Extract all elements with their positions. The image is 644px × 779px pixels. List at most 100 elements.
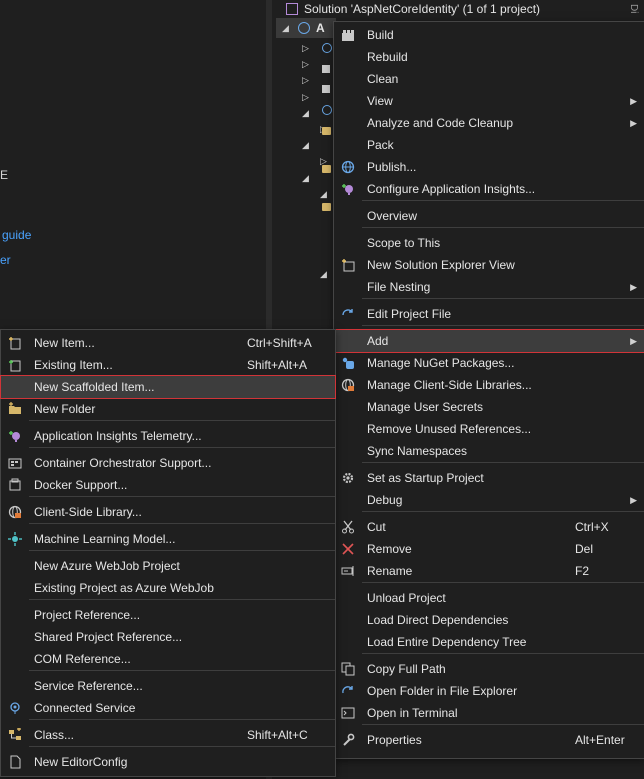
project-context-menu: Build Rebuild Clean View ▶ Analyze and Code C…	[333, 21, 644, 759]
menu-separator	[29, 496, 335, 497]
menu-item-label: File Nesting	[367, 280, 431, 294]
menu-item-label: Container Orchestrator Support...	[34, 456, 212, 470]
menu-item-existing-item[interactable]: Existing Item... Shift+Alt+A	[1, 354, 335, 376]
menu-item-file-nesting[interactable]: File Nesting ▶	[334, 276, 644, 298]
menu-item-label: New Item...	[34, 336, 95, 350]
menu-separator	[362, 227, 644, 228]
menu-item-container-orchestrator-support[interactable]: Container Orchestrator Support...	[1, 452, 335, 474]
wwwroot-icon	[322, 105, 332, 115]
menu-item-new-solution-explorer-view[interactable]: New Solution Explorer View	[334, 254, 644, 276]
connected-service-icon	[7, 700, 23, 716]
menu-item-label: Load Entire Dependency Tree	[367, 635, 527, 649]
docker-icon	[7, 477, 23, 493]
menu-item-existing-project-as-azure-webjob[interactable]: Existing Project as Azure WebJob	[1, 577, 335, 599]
menu-item-manage-user-secrets[interactable]: Manage User Secrets	[334, 396, 644, 418]
project-label: A	[316, 21, 325, 35]
menu-item-class[interactable]: Class... Shift+Alt+C	[1, 724, 335, 746]
menu-item-label: COM Reference...	[34, 652, 131, 666]
menu-item-shortcut: Ctrl+X	[575, 520, 609, 534]
menu-item-clean[interactable]: Clean	[334, 68, 644, 90]
menu-item-manage-nuget-packages[interactable]: Manage NuGet Packages...	[334, 352, 644, 374]
editor-link-fragment[interactable]: er	[0, 253, 11, 267]
menu-item-rename[interactable]: Rename F2	[334, 560, 644, 582]
menu-item-label: Copy Full Path	[367, 662, 446, 676]
solution-node[interactable]: Solution 'AspNetCoreIdentity' (1 of 1 pr…	[286, 0, 636, 18]
menu-item-new-editorconfig[interactable]: New EditorConfig	[1, 751, 335, 773]
menu-item-open-in-terminal[interactable]: Open in Terminal	[334, 702, 644, 724]
menu-item-new-scaffolded-item[interactable]: New Scaffolded Item...	[1, 376, 335, 398]
refresh-icon	[340, 683, 356, 699]
menu-item-load-entire-dependency-tree[interactable]: Load Entire Dependency Tree	[334, 631, 644, 653]
menu-item-label: Manage User Secrets	[367, 400, 484, 414]
menu-item-shared-project-reference[interactable]: Shared Project Reference...	[1, 626, 335, 648]
menu-item-properties[interactable]: Properties Alt+Enter	[334, 729, 644, 751]
menu-item-manage-client-side-libraries[interactable]: Manage Client-Side Libraries...	[334, 374, 644, 396]
menu-item-set-as-startup-project[interactable]: Set as Startup Project	[334, 467, 644, 489]
menu-item-label: Publish...	[367, 160, 417, 174]
menu-item-machine-learning-model[interactable]: Machine Learning Model...	[1, 528, 335, 550]
menu-item-overview[interactable]: Overview	[334, 205, 644, 227]
solution-icon	[286, 3, 298, 15]
menu-item-connected-service[interactable]: Connected Service	[1, 697, 335, 719]
menu-item-shortcut: Shift+Alt+C	[247, 728, 308, 742]
menu-item-rebuild[interactable]: Rebuild	[334, 46, 644, 68]
menu-item-edit-project-file[interactable]: Edit Project File	[334, 303, 644, 325]
build-icon	[340, 27, 356, 43]
menu-item-remove[interactable]: Remove Del	[334, 538, 644, 560]
menu-item-analyze-and-code-cleanup[interactable]: Analyze and Code Cleanup ▶	[334, 112, 644, 134]
menu-item-pack[interactable]: Pack	[334, 134, 644, 156]
menu-item-label: New EditorConfig	[34, 755, 128, 769]
menu-separator	[362, 298, 644, 299]
menu-item-client-side-library[interactable]: Client-Side Library...	[1, 501, 335, 523]
menu-separator	[362, 325, 644, 326]
menu-item-label: Cut	[367, 520, 386, 534]
menu-separator	[29, 719, 335, 720]
client-libs-icon	[7, 504, 23, 520]
menu-item-build[interactable]: Build	[334, 24, 644, 46]
globe-icon	[340, 159, 356, 175]
edit-project-icon	[340, 306, 356, 322]
collapse-triangle-icon[interactable]: ◢	[320, 269, 327, 280]
menu-item-new-item[interactable]: New Item... Ctrl+Shift+A	[1, 332, 335, 354]
project-node[interactable]: ◢ A	[276, 18, 336, 38]
menu-item-debug[interactable]: Debug ▶	[334, 489, 644, 511]
menu-item-new-folder[interactable]: New Folder	[1, 398, 335, 420]
menu-item-copy-full-path[interactable]: Copy Full Path	[334, 658, 644, 680]
menu-item-load-direct-dependencies[interactable]: Load Direct Dependencies	[334, 609, 644, 631]
menu-item-project-reference[interactable]: Project Reference...	[1, 604, 335, 626]
file-icon	[7, 754, 23, 770]
folder-icon	[322, 127, 331, 135]
menu-item-sync-namespaces[interactable]: Sync Namespaces	[334, 440, 644, 462]
menu-item-remove-unused-references[interactable]: Remove Unused References...	[334, 418, 644, 440]
editor-link-guide[interactable]: guide	[2, 228, 31, 242]
menu-item-label: View	[367, 94, 393, 108]
menu-item-new-azure-webjob-project[interactable]: New Azure WebJob Project	[1, 555, 335, 577]
menu-item-label: Machine Learning Model...	[34, 532, 176, 546]
submenu-arrow-icon: ▶	[630, 281, 637, 292]
folder-icon	[322, 203, 331, 211]
menu-item-com-reference[interactable]: COM Reference...	[1, 648, 335, 670]
collapse-triangle-icon[interactable]: ◢	[282, 23, 292, 34]
menu-separator	[29, 599, 335, 600]
menu-item-add[interactable]: Add ▶	[334, 330, 644, 352]
menu-item-service-reference[interactable]: Service Reference...	[1, 675, 335, 697]
close-icon	[340, 541, 356, 557]
folder-icon	[322, 165, 331, 173]
menu-item-label: Add	[367, 334, 389, 348]
menu-item-scope-to-this[interactable]: Scope to This	[334, 232, 644, 254]
menu-item-view[interactable]: View ▶	[334, 90, 644, 112]
menu-item-unload-project[interactable]: Unload Project	[334, 587, 644, 609]
menu-item-open-folder-in-file-explorer[interactable]: Open Folder in File Explorer	[334, 680, 644, 702]
menu-separator	[362, 462, 644, 463]
wrench-icon	[340, 732, 356, 748]
menu-separator	[29, 550, 335, 551]
menu-item-label: Unload Project	[367, 591, 446, 605]
menu-item-cut[interactable]: Cut Ctrl+X	[334, 516, 644, 538]
menu-item-label: Edit Project File	[367, 307, 452, 321]
menu-item-label: Docker Support...	[34, 478, 128, 492]
menu-item-label: Service Reference...	[34, 679, 143, 693]
menu-item-docker-support[interactable]: Docker Support...	[1, 474, 335, 496]
menu-item-configure-application-insights[interactable]: Configure Application Insights...	[334, 178, 644, 200]
menu-item-publish[interactable]: Publish...	[334, 156, 644, 178]
menu-item-application-insights-telemetry[interactable]: Application Insights Telemetry...	[1, 425, 335, 447]
